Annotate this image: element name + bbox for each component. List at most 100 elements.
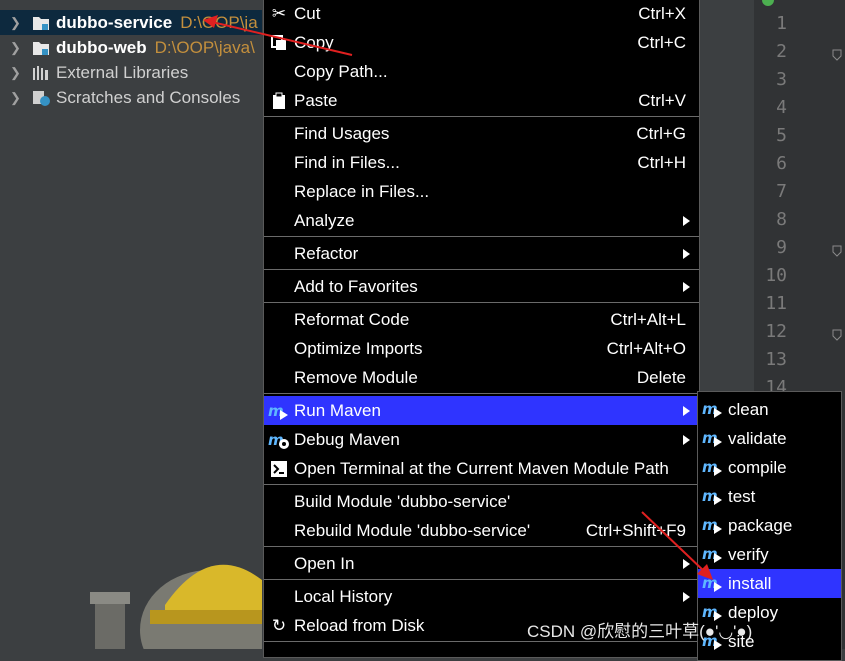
tree-item-path: D:\OOP\ja <box>180 12 258 32</box>
submenu-arrow-icon <box>683 434 690 445</box>
clipboard-icon <box>268 90 290 112</box>
tree-item-external-libraries[interactable]: ❯ External Libraries <box>0 60 262 85</box>
menu-item-optimize-imports[interactable]: Optimize Imports Ctrl+Alt+O <box>264 334 699 363</box>
project-tree: ❯ dubbo-service D:\OOP\ja ❯ dubbo-web D:… <box>0 0 262 649</box>
menu-separator <box>264 302 699 303</box>
menu-item-add-to-favorites[interactable]: Add to Favorites <box>264 272 699 301</box>
line-number: 3 <box>776 69 787 90</box>
submenu-item-package[interactable]: m package <box>698 511 841 540</box>
submenu-item-install[interactable]: m install <box>698 569 841 598</box>
submenu-arrow-icon <box>683 558 690 569</box>
maven-goal-icon: m <box>702 544 724 566</box>
line-number: 13 <box>765 349 787 370</box>
maven-run-icon: m <box>268 400 290 422</box>
line-number: 11 <box>765 293 787 314</box>
menu-item-open-terminal[interactable]: Open Terminal at the Current Maven Modul… <box>264 454 699 483</box>
submenu-item-compile[interactable]: m compile <box>698 453 841 482</box>
menu-item-copy[interactable]: Copy Ctrl+C <box>264 28 699 57</box>
tree-item-label: External Libraries <box>56 62 189 82</box>
menu-item-remove-module[interactable]: Remove Module Delete <box>264 363 699 392</box>
line-number: 4 <box>776 97 787 118</box>
menu-separator <box>264 269 699 270</box>
menu-separator <box>264 116 699 117</box>
submenu-item-label: compile <box>728 457 787 477</box>
menu-separator <box>264 393 699 394</box>
maven-goal-icon: m <box>702 399 724 421</box>
fold-marker-icon[interactable] <box>832 244 842 257</box>
chevron-right-icon[interactable]: ❯ <box>10 65 24 81</box>
submenu-arrow-icon <box>683 281 690 292</box>
line-number: 12 <box>765 321 787 342</box>
submenu-arrow-icon <box>683 405 690 416</box>
scissors-icon: ✂ <box>271 3 287 23</box>
maven-goal-icon: m <box>702 515 724 537</box>
tree-item-label: dubbo-service <box>56 12 173 32</box>
menu-item-copy-path[interactable]: Copy Path... <box>264 57 699 86</box>
submenu-item-label: install <box>728 573 772 593</box>
submenu-item-label: validate <box>728 428 787 448</box>
maven-debug-icon: m <box>268 429 290 451</box>
submenu-item-clean[interactable]: m clean <box>698 395 841 424</box>
line-number: 6 <box>776 153 787 174</box>
run-indicator-icon <box>762 0 774 6</box>
helmet-illustration <box>90 564 262 649</box>
copy-icon <box>268 32 290 54</box>
module-folder-icon <box>32 15 50 31</box>
menu-item-cut[interactable]: ✂ Cut Ctrl+X <box>264 0 699 28</box>
maven-goal-icon: m <box>702 428 724 450</box>
chevron-right-icon[interactable]: ❯ <box>10 15 24 31</box>
submenu-item-validate[interactable]: m validate <box>698 424 841 453</box>
context-menu: ✂ Cut Ctrl+X Copy Ctrl+C Copy Path... Pa… <box>263 0 700 658</box>
menu-separator <box>264 579 699 580</box>
module-folder-icon <box>32 40 50 56</box>
submenu-arrow-icon <box>683 591 690 602</box>
line-number: 10 <box>765 265 787 286</box>
menu-item-run-maven[interactable]: m Run Maven <box>264 396 699 425</box>
chevron-right-icon[interactable]: ❯ <box>10 90 24 106</box>
tree-item-label: Scratches and Consoles <box>56 87 241 107</box>
menu-separator <box>264 484 699 485</box>
menu-item-find-in-files[interactable]: Find in Files... Ctrl+H <box>264 148 699 177</box>
submenu-item-label: verify <box>728 544 769 564</box>
tree-item-path: D:\OOP\java\ <box>154 37 255 57</box>
terminal-icon <box>268 458 290 480</box>
line-number: 1 <box>776 13 787 34</box>
fold-marker-icon[interactable] <box>832 48 842 61</box>
fold-marker-icon[interactable] <box>832 328 842 341</box>
line-number: 5 <box>776 125 787 146</box>
submenu-arrow-icon <box>683 215 690 226</box>
watermark: CSDN @欣慰的三叶草(●'◡'●) <box>527 622 753 641</box>
line-number: 8 <box>776 209 787 230</box>
submenu-item-label: test <box>728 486 756 506</box>
chevron-right-icon[interactable]: ❯ <box>10 40 24 56</box>
maven-goal-icon: m <box>702 457 724 479</box>
menu-item-replace-in-files[interactable]: Replace in Files... <box>264 177 699 206</box>
tree-item-dubbo-service[interactable]: ❯ dubbo-service D:\OOP\ja <box>0 10 262 35</box>
menu-separator <box>264 546 699 547</box>
menu-item-refactor[interactable]: Refactor <box>264 239 699 268</box>
submenu-item-verify[interactable]: m verify <box>698 540 841 569</box>
scratches-icon <box>32 90 50 106</box>
maven-goal-icon: m <box>702 486 724 508</box>
line-number: 7 <box>776 181 787 202</box>
submenu-arrow-icon <box>683 248 690 259</box>
tree-item-label: dubbo-web <box>56 37 147 57</box>
menu-separator <box>264 236 699 237</box>
menu-item-open-in[interactable]: Open In <box>264 549 699 578</box>
library-icon <box>32 65 50 81</box>
tree-item-dubbo-web[interactable]: ❯ dubbo-web D:\OOP\java\ <box>0 35 262 60</box>
reload-icon: ↻ <box>271 615 287 635</box>
menu-item-analyze[interactable]: Analyze <box>264 206 699 235</box>
menu-item-build-module[interactable]: Build Module 'dubbo-service' <box>264 487 699 516</box>
submenu-item-label: package <box>728 515 793 535</box>
menu-item-paste[interactable]: Paste Ctrl+V <box>264 86 699 115</box>
menu-item-reformat-code[interactable]: Reformat Code Ctrl+Alt+L <box>264 305 699 334</box>
menu-item-local-history[interactable]: Local History <box>264 582 699 611</box>
menu-item-rebuild-module[interactable]: Rebuild Module 'dubbo-service' Ctrl+Shif… <box>264 516 699 545</box>
menu-item-debug-maven[interactable]: m Debug Maven <box>264 425 699 454</box>
line-number: 9 <box>776 237 787 258</box>
line-number: 2 <box>776 41 787 62</box>
submenu-item-test[interactable]: m test <box>698 482 841 511</box>
tree-item-scratches[interactable]: ❯ Scratches and Consoles <box>0 85 262 110</box>
menu-item-find-usages[interactable]: Find Usages Ctrl+G <box>264 119 699 148</box>
